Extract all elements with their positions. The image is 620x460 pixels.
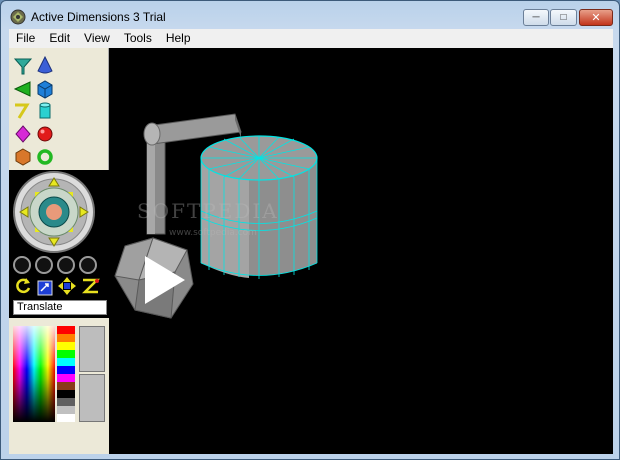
swatch-cyan[interactable]	[57, 358, 75, 366]
title-bar[interactable]: Active Dimensions 3 Trial ─ □ ✕	[1, 1, 619, 31]
app-logo-icon	[10, 9, 26, 25]
menu-help[interactable]: Help	[159, 29, 198, 48]
view-button-1[interactable]	[13, 256, 31, 274]
funnel-icon[interactable]	[13, 56, 33, 76]
close-icon: ✕	[591, 12, 601, 24]
swatch-magenta[interactable]	[57, 374, 75, 382]
swatch-green[interactable]	[57, 350, 75, 358]
cylinder-icon[interactable]	[35, 101, 55, 121]
view-buttons	[13, 256, 97, 274]
maximize-icon: □	[560, 12, 567, 23]
zoom-icon[interactable]	[37, 280, 53, 296]
menu-bar: File Edit View Tools Help	[9, 29, 613, 48]
torus-icon[interactable]	[35, 147, 55, 167]
transform-mode-label: Translate	[13, 300, 107, 315]
swatch-yellow[interactable]	[57, 342, 75, 350]
swatch-orange[interactable]	[57, 334, 75, 342]
swatch-red[interactable]	[57, 326, 75, 334]
cube-icon[interactable]	[35, 79, 55, 99]
rotate-icon[interactable]	[13, 276, 33, 296]
swatch-black[interactable]	[57, 390, 75, 398]
left-panel: Translate	[9, 48, 109, 454]
color-panel	[9, 318, 109, 454]
octahedron-icon[interactable]	[13, 124, 33, 144]
3d-viewport[interactable]: SOFTPEDIA www.softpedia.com	[109, 48, 613, 454]
menu-view[interactable]: View	[77, 29, 117, 48]
primary-color-well[interactable]	[79, 326, 105, 372]
spectrum-overlay	[13, 326, 55, 422]
menu-file[interactable]: File	[9, 29, 42, 48]
color-swatches	[57, 326, 75, 422]
secondary-color-well[interactable]	[79, 374, 105, 422]
wedge-icon[interactable]	[13, 79, 33, 99]
move-arrows-icon[interactable]	[57, 276, 77, 296]
bent-tube-icon[interactable]	[13, 101, 33, 121]
sphere-icon[interactable]	[35, 124, 55, 144]
axis-icon[interactable]	[81, 276, 101, 296]
dodecahedron-icon[interactable]	[13, 147, 33, 167]
view-button-3[interactable]	[57, 256, 75, 274]
swatch-white[interactable]	[57, 414, 75, 422]
swatch-gray[interactable]	[57, 398, 75, 406]
swatch-blue[interactable]	[57, 366, 75, 374]
swatch-silver[interactable]	[57, 406, 75, 414]
view-button-4[interactable]	[79, 256, 97, 274]
menu-edit[interactable]: Edit	[42, 29, 77, 48]
minimize-icon: ─	[532, 12, 540, 23]
menu-tools[interactable]: Tools	[117, 29, 159, 48]
app-window: Active Dimensions 3 Trial ─ □ ✕ File Edi…	[0, 0, 620, 460]
minimize-button[interactable]: ─	[523, 9, 549, 26]
window-title: Active Dimensions 3 Trial	[31, 10, 166, 24]
watermark-text: SOFTPEDIA	[137, 199, 279, 223]
client-area: Translate SOFTPEDIA www.softpedia.com	[9, 48, 613, 454]
maximize-button[interactable]: □	[550, 9, 577, 26]
watermark-url: www.softpedia.com	[169, 228, 257, 238]
primitive-palette	[9, 48, 109, 170]
swatch-brown[interactable]	[57, 382, 75, 390]
close-button[interactable]: ✕	[579, 9, 613, 26]
cone-icon[interactable]	[35, 56, 55, 76]
view-button-2[interactable]	[35, 256, 53, 274]
